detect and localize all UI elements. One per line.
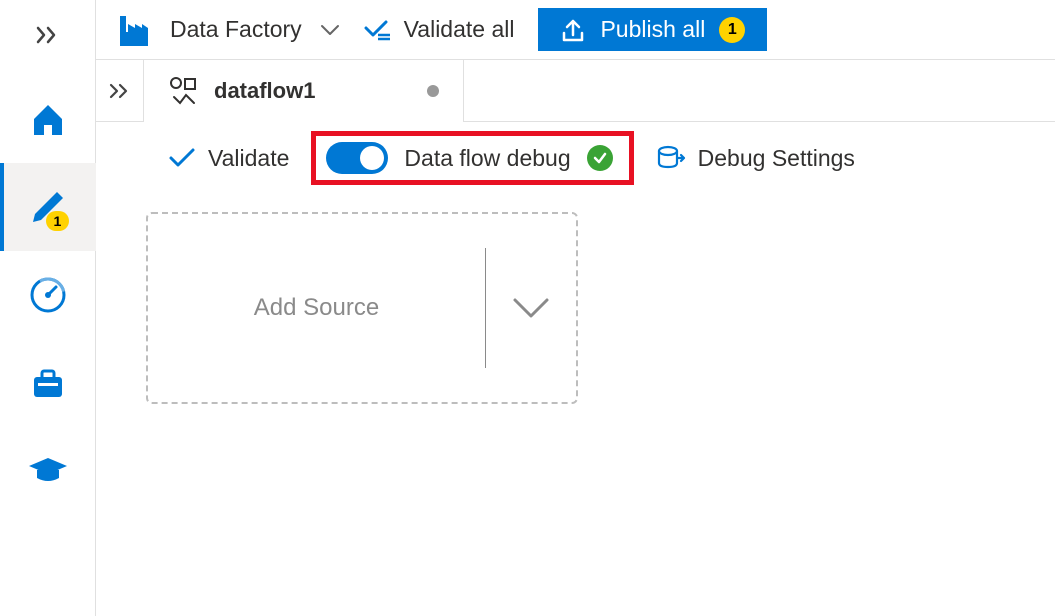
add-source-label: Add Source (148, 294, 485, 322)
left-nav-rail: 1 (0, 0, 96, 616)
home-icon (28, 99, 68, 139)
main-content: Data Factory Validate all Publish all 1 (96, 0, 1055, 616)
nav-home[interactable] (0, 75, 96, 163)
expand-rail-button[interactable] (28, 20, 68, 50)
nav-learn[interactable] (0, 427, 96, 515)
editor-tabs: dataflow1 (96, 60, 1055, 122)
factory-icon (116, 12, 152, 48)
nav-manage[interactable] (0, 339, 96, 427)
factory-name: Data Factory (170, 16, 302, 43)
add-source-box[interactable]: Add Source (146, 212, 578, 404)
chevron-down-icon (509, 294, 553, 322)
chevron-right-double-icon (109, 83, 131, 99)
gauge-icon (28, 275, 68, 315)
toolbox-icon (28, 363, 68, 403)
dataflow-debug-toggle[interactable] (326, 142, 388, 174)
nav-monitor[interactable] (0, 251, 96, 339)
nav-author[interactable]: 1 (0, 163, 96, 251)
publish-all-label: Publish all (600, 16, 705, 43)
validate-all-button[interactable]: Validate all (364, 16, 515, 43)
validate-label: Validate (208, 145, 289, 172)
debug-section-highlight: Data flow debug (311, 131, 633, 185)
check-icon (168, 147, 196, 169)
validate-all-icon (364, 18, 394, 42)
tab-bar-empty (464, 60, 1055, 122)
dataflow-icon (168, 75, 200, 107)
validate-all-label: Validate all (404, 16, 515, 43)
tab-title: dataflow1 (214, 78, 315, 104)
debug-settings-button[interactable]: Debug Settings (656, 143, 855, 173)
dataflow-debug-label: Data flow debug (404, 145, 570, 172)
publish-all-button[interactable]: Publish all 1 (538, 8, 767, 51)
dataflow-canvas[interactable]: Add Source (96, 194, 1055, 616)
toggle-knob (360, 146, 384, 170)
debug-active-icon (587, 145, 613, 171)
factory-selector[interactable]: Data Factory (116, 12, 340, 48)
publish-changes-badge: 1 (719, 17, 745, 43)
validate-button[interactable]: Validate (168, 145, 289, 172)
add-source-dropdown[interactable] (486, 294, 576, 322)
debug-settings-icon (656, 143, 686, 173)
top-header: Data Factory Validate all Publish all 1 (96, 0, 1055, 60)
expand-tree-button[interactable] (96, 60, 144, 122)
chevron-right-double-icon (36, 26, 60, 44)
publish-icon (560, 17, 586, 43)
chevron-down-icon (320, 23, 340, 37)
debug-settings-label: Debug Settings (698, 145, 855, 172)
dataflow-toolbar: Validate Data flow debug Debug Settings (96, 122, 1055, 194)
author-changes-badge: 1 (46, 211, 70, 231)
graduation-cap-icon (27, 456, 69, 486)
unsaved-indicator-icon (427, 85, 439, 97)
tab-dataflow1[interactable]: dataflow1 (144, 60, 464, 122)
